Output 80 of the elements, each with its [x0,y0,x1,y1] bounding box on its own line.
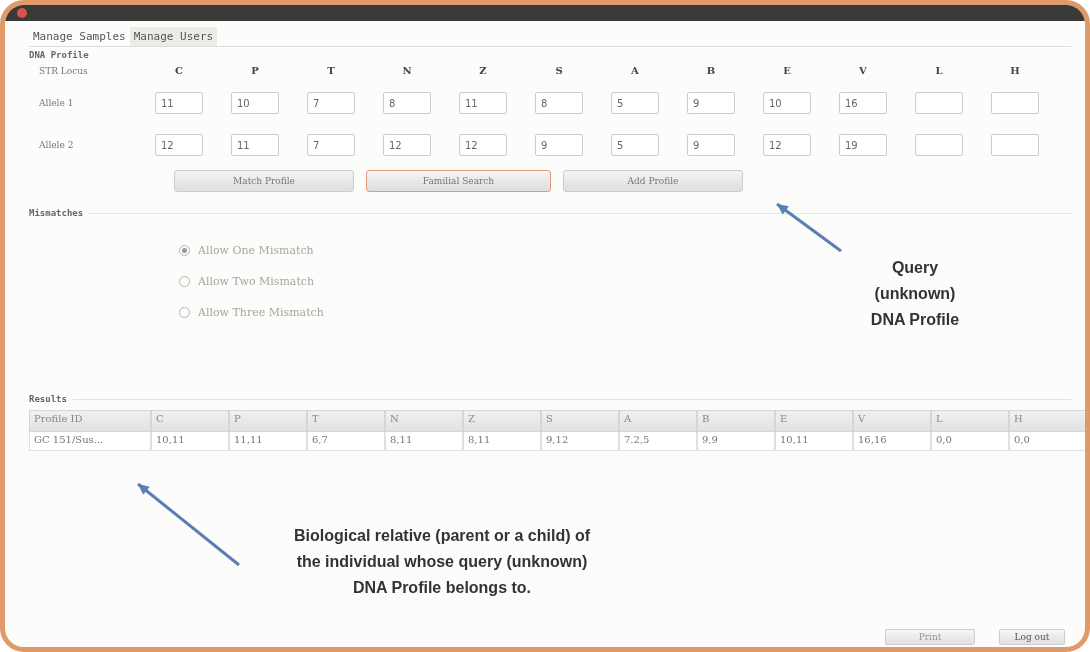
column-header[interactable]: C [151,410,229,432]
table-cell: 9,12 [541,432,619,451]
allele-field[interactable]: 11 [155,92,203,114]
allele-field[interactable]: 9 [687,92,735,114]
annotation-arrow [776,202,842,253]
allele-field[interactable]: 8 [535,92,583,114]
locus-label: Z [478,64,488,78]
allele-field[interactable]: 7 [307,134,355,156]
allele-field[interactable]: 12 [383,134,431,156]
table-cell: 6,7 [307,432,385,451]
tab[interactable]: Manage Users [129,27,218,46]
column-header[interactable]: P [229,410,307,432]
allele-field[interactable]: 19 [839,134,887,156]
table-cell: 10,11 [775,432,853,451]
locus-label: N [401,64,413,78]
table-cell: 9,9 [697,432,775,451]
radio-label: Allow Three Mismatch [198,306,324,319]
locus-label: S [554,64,564,78]
tab[interactable]: Manage Samples [29,27,130,46]
locus-label: H [1009,64,1021,78]
allele-field[interactable]: 7 [307,92,355,114]
locus-label: A [630,64,640,78]
column-header[interactable]: E [775,410,853,432]
allele-field[interactable]: 11 [459,92,507,114]
radio-label: Allow One Mismatch [198,244,314,257]
allele-field[interactable]: 5 [611,92,659,114]
column-header[interactable]: B [697,410,775,432]
section-title: DNA Profile [29,50,90,60]
section-title: Mismatches [29,208,84,218]
table-cell: GC 151/Sus... [29,432,151,451]
column-header[interactable]: L [931,410,1009,432]
allele-field[interactable]: 9 [535,134,583,156]
locus-label: E [782,64,792,78]
table-cell: 0,0 [931,432,1009,451]
action-button[interactable]: Familial Search [366,170,551,192]
table-cell: 8,11 [463,432,541,451]
locus-label: B [705,64,717,78]
allele-field[interactable] [915,92,963,114]
allele-field[interactable]: 16 [839,92,887,114]
close-button[interactable] [17,8,27,18]
locus-label: C [174,64,184,78]
column-header[interactable]: V [853,410,931,432]
row-label: Allele 1 [38,97,75,110]
column-header[interactable]: Z [463,410,541,432]
allele-field[interactable]: 12 [155,134,203,156]
allele-field[interactable] [915,134,963,156]
allele-field[interactable] [991,134,1039,156]
allele-field[interactable]: 9 [687,134,735,156]
column-header[interactable]: A [619,410,697,432]
locus-label: L [934,64,944,78]
locus-label: V [858,64,868,78]
radio-label: Allow Two Mismatch [198,275,315,288]
table-cell: 8,11 [385,432,463,451]
locus-label: T [326,64,336,78]
allele-field[interactable]: 11 [231,134,279,156]
column-header[interactable]: T [307,410,385,432]
footer-button[interactable]: Log out [999,629,1065,645]
table-cell: 10,11 [151,432,229,451]
table-cell: 0,0 [1009,432,1085,451]
table-cell: 7.2,5 [619,432,697,451]
allele-field[interactable]: 8 [383,92,431,114]
allele-field[interactable]: 12 [459,134,507,156]
allele-field[interactable]: 10 [231,92,279,114]
column-header[interactable]: Profile ID [29,410,151,432]
column-header[interactable]: N [385,410,463,432]
row-label: STR Locus [38,65,89,78]
allele-field[interactable]: 12 [763,134,811,156]
locus-label: P [250,64,260,78]
allele-field[interactable]: 10 [763,92,811,114]
annotation-text: Biological relative (parent or a child) of the individual whose query (unknown) DNA Profile belongs to. [292,526,592,598]
row-label: Allele 2 [38,139,75,152]
action-button[interactable]: Match Profile [174,170,354,192]
table-cell: 16,16 [853,432,931,451]
table-cell: 11,11 [229,432,307,451]
allele-field[interactable] [991,92,1039,114]
section-title: Results [29,394,67,404]
action-button[interactable]: Add Profile [563,170,743,192]
column-header[interactable]: S [541,410,619,432]
column-header[interactable]: H [1009,410,1085,432]
allele-field[interactable]: 5 [611,134,659,156]
